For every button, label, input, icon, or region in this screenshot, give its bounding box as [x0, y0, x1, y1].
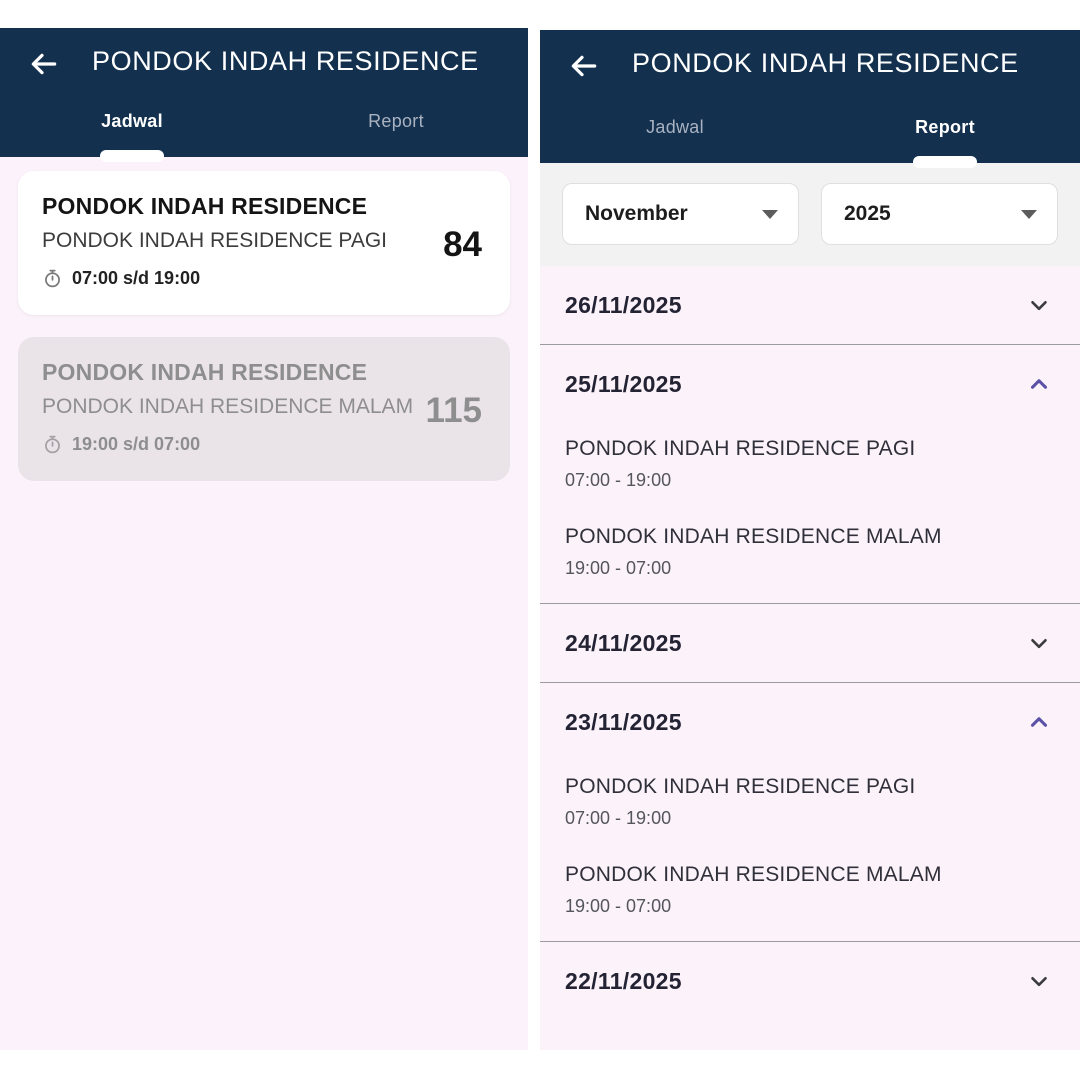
date-row-24-11-2025[interactable]: 24/11/2025: [540, 604, 1080, 682]
session-name: PONDOK INDAH RESIDENCE PAGI: [565, 775, 1055, 799]
date-label: 24/11/2025: [565, 630, 682, 657]
year-dropdown-value: 2025: [844, 202, 891, 226]
app-bar: PONDOK INDAH RESIDENCE Jadwal Report: [0, 28, 528, 157]
tab-report-label: Report: [368, 111, 424, 132]
arrow-left-icon: [568, 50, 600, 82]
date-label: 22/11/2025: [565, 968, 682, 995]
chevron-down-icon[interactable]: [1026, 630, 1052, 656]
card-time-row: 07:00 s/d 19:00: [42, 268, 486, 289]
app-bar: PONDOK INDAH RESIDENCE Jadwal Report: [540, 30, 1080, 163]
card-time: 19:00 s/d 07:00: [72, 434, 200, 455]
tab-report[interactable]: Report: [810, 115, 1080, 163]
tab-jadwal-label: Jadwal: [646, 117, 704, 138]
card-subtitle: PONDOK INDAH RESIDENCE MALAM: [42, 395, 486, 419]
session-name: PONDOK INDAH RESIDENCE PAGI: [565, 437, 1055, 461]
date-label: 25/11/2025: [565, 371, 682, 398]
caret-down-icon: [762, 210, 778, 219]
date-row-22-11-2025[interactable]: 22/11/2025: [540, 942, 1080, 1020]
card-subtitle: PONDOK INDAH RESIDENCE PAGI: [42, 229, 486, 253]
active-tab-indicator: [913, 156, 977, 168]
session-time: 19:00 - 07:00: [565, 896, 1055, 917]
tab-bar: Jadwal Report: [540, 115, 1080, 163]
card-title: PONDOK INDAH RESIDENCE: [42, 359, 486, 386]
report-date-list: 26/11/2025 25/11/2025 PO: [540, 266, 1080, 1020]
tab-bar: Jadwal Report: [0, 109, 528, 157]
jadwal-screen: PONDOK INDAH RESIDENCE Jadwal Report PON…: [0, 28, 528, 1050]
report-filter-bar: November 2025: [540, 163, 1080, 266]
year-dropdown[interactable]: 2025: [821, 183, 1058, 245]
back-button[interactable]: [22, 42, 66, 86]
month-dropdown[interactable]: November: [562, 183, 799, 245]
date-label: 23/11/2025: [565, 709, 682, 736]
page-title: PONDOK INDAH RESIDENCE: [632, 48, 1019, 79]
schedule-card-list: PONDOK INDAH RESIDENCE PONDOK INDAH RESI…: [0, 157, 528, 481]
stopwatch-icon: [42, 434, 63, 455]
card-time-row: 19:00 s/d 07:00: [42, 434, 486, 455]
screenshot-stage: PONDOK INDAH RESIDENCE Jadwal Report PON…: [0, 0, 1080, 1080]
arrow-left-icon: [28, 48, 60, 80]
tab-report[interactable]: Report: [264, 109, 528, 157]
stopwatch-icon: [42, 268, 63, 289]
date-row-23-11-2025[interactable]: 23/11/2025: [540, 683, 1080, 761]
caret-down-icon: [1021, 210, 1037, 219]
session-item: PONDOK INDAH RESIDENCE MALAM 19:00 - 07:…: [565, 525, 1055, 579]
chevron-up-icon[interactable]: [1026, 371, 1052, 397]
page-title: PONDOK INDAH RESIDENCE: [92, 46, 479, 77]
session-item: PONDOK INDAH RESIDENCE PAGI 07:00 - 19:0…: [565, 775, 1055, 829]
session-item: PONDOK INDAH RESIDENCE PAGI 07:00 - 19:0…: [565, 437, 1055, 491]
tab-jadwal[interactable]: Jadwal: [540, 115, 810, 163]
back-button[interactable]: [562, 44, 606, 88]
session-list: PONDOK INDAH RESIDENCE PAGI 07:00 - 19:0…: [540, 423, 1080, 603]
session-list: PONDOK INDAH RESIDENCE PAGI 07:00 - 19:0…: [540, 761, 1080, 941]
schedule-card-pagi[interactable]: PONDOK INDAH RESIDENCE PONDOK INDAH RESI…: [18, 171, 510, 315]
session-time: 07:00 - 19:00: [565, 470, 1055, 491]
tab-jadwal[interactable]: Jadwal: [0, 109, 264, 157]
date-row-25-11-2025[interactable]: 25/11/2025: [540, 345, 1080, 423]
session-name: PONDOK INDAH RESIDENCE MALAM: [565, 525, 1055, 549]
card-time: 07:00 s/d 19:00: [72, 268, 200, 289]
session-name: PONDOK INDAH RESIDENCE MALAM: [565, 863, 1055, 887]
chevron-up-icon[interactable]: [1026, 709, 1052, 735]
session-time: 19:00 - 07:00: [565, 558, 1055, 579]
card-count: 84: [443, 225, 482, 265]
date-label: 26/11/2025: [565, 292, 682, 319]
card-count: 115: [426, 391, 482, 431]
month-dropdown-value: November: [585, 202, 688, 226]
chevron-down-icon[interactable]: [1026, 292, 1052, 318]
chevron-down-icon[interactable]: [1026, 968, 1052, 994]
schedule-card-malam[interactable]: PONDOK INDAH RESIDENCE PONDOK INDAH RESI…: [18, 337, 510, 481]
date-row-26-11-2025[interactable]: 26/11/2025: [540, 266, 1080, 344]
tab-jadwal-label: Jadwal: [101, 111, 163, 132]
active-tab-indicator: [100, 150, 164, 162]
card-title: PONDOK INDAH RESIDENCE: [42, 193, 486, 220]
tab-report-label: Report: [915, 117, 975, 138]
session-item: PONDOK INDAH RESIDENCE MALAM 19:00 - 07:…: [565, 863, 1055, 917]
report-screen: PONDOK INDAH RESIDENCE Jadwal Report Nov…: [540, 30, 1080, 1050]
session-time: 07:00 - 19:00: [565, 808, 1055, 829]
